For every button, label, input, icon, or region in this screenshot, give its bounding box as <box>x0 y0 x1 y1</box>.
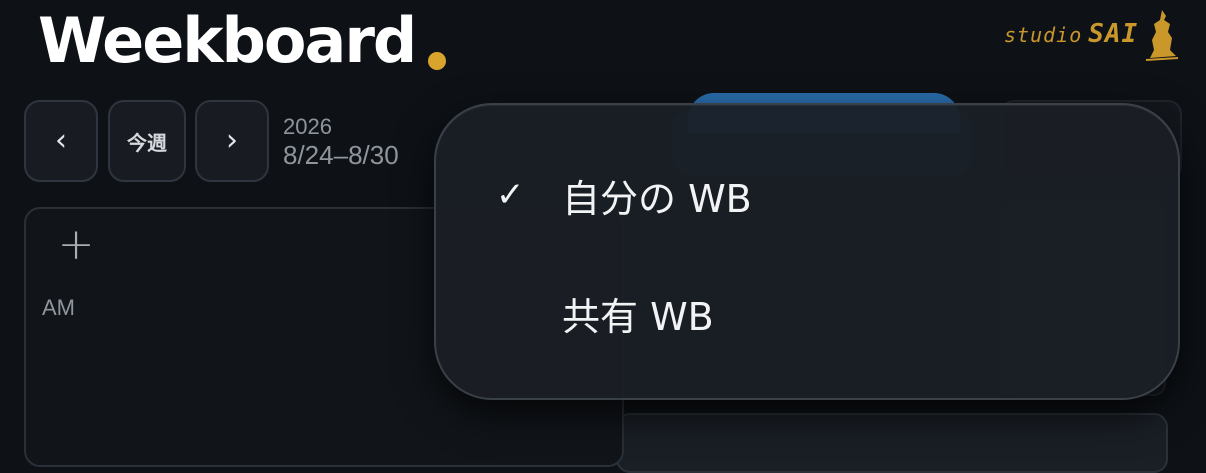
brand-text: studio SAI <box>1004 19 1138 49</box>
chevron-left-icon: ‹ <box>55 123 67 158</box>
logo-dot <box>428 52 446 70</box>
brand-name: SAI <box>1088 19 1139 49</box>
menu-item-label: 自分の WB <box>562 176 752 221</box>
am-label: AM <box>42 295 75 320</box>
prev-week-button[interactable]: ‹ <box>24 100 98 182</box>
week-year: 2026 <box>283 114 332 139</box>
menu-item-own-wb[interactable]: ✓ 自分の WB <box>496 165 1096 225</box>
this-week-button[interactable]: 今週 <box>108 100 186 182</box>
brand-logo: studio SAI <box>1004 6 1180 62</box>
event-card[interactable] <box>616 413 1168 473</box>
board-select-menu: ✓ 自分の WB 共有 WB <box>434 103 1180 400</box>
brand-figure-icon <box>1146 10 1179 61</box>
add-event-button[interactable]: + <box>57 219 95 270</box>
brand-prefix: studio <box>1004 23 1083 47</box>
menu-item-shared-wb[interactable]: 共有 WB <box>496 283 1096 343</box>
app-title: Weekboard <box>38 4 417 77</box>
week-range: 8/24–8/30 <box>283 140 399 170</box>
plus-icon: + <box>57 219 95 270</box>
menu-item-label: 共有 WB <box>562 294 714 339</box>
next-week-button[interactable]: › <box>195 100 269 182</box>
check-icon: ✓ <box>496 175 525 215</box>
this-week-label: 今週 <box>127 130 167 155</box>
chevron-right-icon: › <box>226 123 238 158</box>
